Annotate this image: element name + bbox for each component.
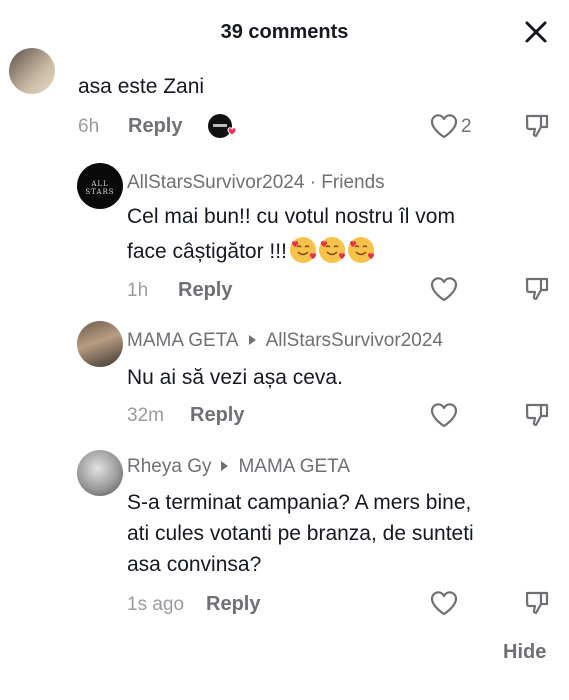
reply-arrow-icon xyxy=(221,461,229,472)
comment-text-line-3: asa convinsa? xyxy=(127,553,262,576)
smiling-face-with-hearts-emoji xyxy=(289,237,316,263)
smiling-face-with-hearts-emoji xyxy=(318,237,345,263)
smiling-face-with-hearts-emoji xyxy=(347,237,374,263)
reply-button[interactable]: Reply xyxy=(128,115,182,138)
thumbs-down-icon[interactable] xyxy=(524,402,550,428)
heart-outline-icon[interactable] xyxy=(430,402,458,428)
comment-author[interactable]: AllStarsSurvivor2024 · Friends xyxy=(127,172,385,194)
thumbs-down-icon[interactable] xyxy=(524,590,550,616)
comment-timestamp: 1s ago xyxy=(127,594,185,615)
comment-text-line-2: face câștigător !!! xyxy=(127,237,374,267)
heart-outline-icon[interactable] xyxy=(430,590,458,616)
comment-timestamp: 1h xyxy=(127,280,149,301)
creator-liked-badge-icon xyxy=(208,114,237,138)
comment-text: asa este Zani xyxy=(78,75,205,98)
comment-text-line-2: ati cules votanti pe branza, de sunteti xyxy=(127,522,474,545)
comments-header: 39 comments xyxy=(0,0,569,64)
reply-to-name[interactable]: AllStarsSurvivor2024 xyxy=(266,330,443,351)
comments-count-title: 39 comments xyxy=(220,21,349,43)
comment-author[interactable]: MAMA GETA AllStarsSurvivor2024 xyxy=(127,330,443,352)
hide-replies-button[interactable]: Hide xyxy=(503,641,546,664)
heart-outline-icon[interactable] xyxy=(430,113,458,139)
avatar[interactable] xyxy=(77,450,123,496)
comment-text-line-2-text: face câștigător !!! xyxy=(127,240,287,263)
comment-text-line-1: Cel mai bun!! cu votul nostru îl vom xyxy=(127,205,455,228)
close-icon[interactable] xyxy=(522,18,550,46)
comment-author-name[interactable]: MAMA GETA xyxy=(127,330,239,351)
avatar[interactable]: ALL STARS xyxy=(77,163,123,209)
thumbs-down-icon[interactable] xyxy=(524,113,550,139)
comment-text: Nu ai să vezi așa ceva. xyxy=(127,366,343,389)
thumbs-down-icon[interactable] xyxy=(524,276,550,302)
reply-button[interactable]: Reply xyxy=(190,404,244,427)
reply-button[interactable]: Reply xyxy=(206,593,260,616)
reply-button[interactable]: Reply xyxy=(178,279,232,302)
heart-outline-icon[interactable] xyxy=(430,276,458,302)
comment-timestamp: 6h xyxy=(78,116,100,137)
comment-timestamp: 32m xyxy=(127,405,164,426)
comment-author[interactable]: Rheya Gy MAMA GETA xyxy=(127,456,350,478)
avatar-logo-text: ALL STARS xyxy=(85,180,115,196)
comment-author-name[interactable]: Rheya Gy xyxy=(127,456,211,477)
like-count: 2 xyxy=(461,116,472,137)
reply-to-name[interactable]: MAMA GETA xyxy=(238,456,350,477)
avatar[interactable] xyxy=(77,321,123,367)
avatar[interactable] xyxy=(9,48,55,94)
comment-text-line-1: S-a terminat campania? A mers bine, xyxy=(127,491,472,514)
reply-arrow-icon xyxy=(248,335,256,346)
